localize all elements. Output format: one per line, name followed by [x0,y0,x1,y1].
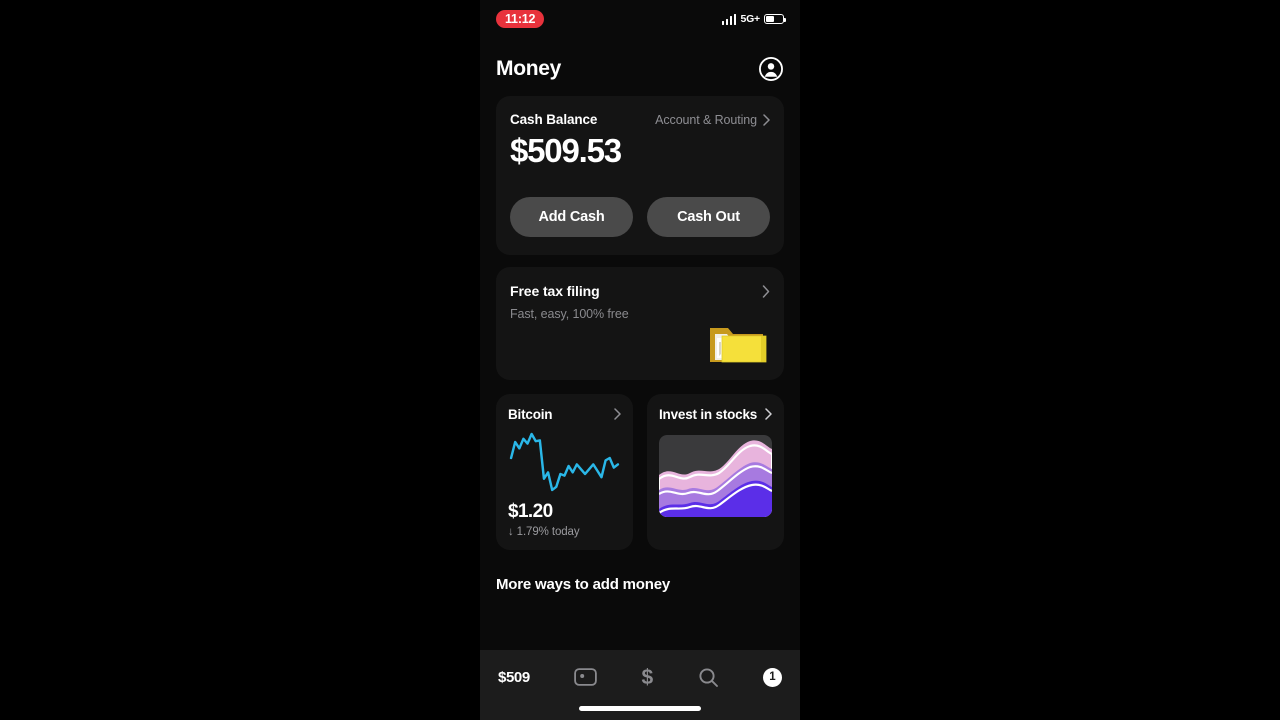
cellular-signal-icon [721,13,737,25]
tab-activity[interactable]: 1 [762,664,782,690]
cash-balance-amount: $509.53 [510,132,622,169]
page-title: Money [496,57,562,80]
chevron-right-icon [763,113,770,126]
more-ways-heading: More ways to add money [496,575,670,593]
change-arrow-icon: ↓ [508,525,514,538]
chevron-right-icon [762,284,770,298]
stocks-area-chart-icon [659,434,772,517]
bitcoin-title: Bitcoin [508,406,553,422]
bitcoin-price-chart [509,432,620,491]
tax-card-text: Free tax filing Fast, easy, 100% free [510,283,629,321]
tab-search[interactable] [698,664,719,690]
invest-in-stocks-card[interactable]: Invest in stocks [647,393,784,550]
screen-root: 11:12 5G+ Money Cash Balance Account & R… [0,0,1280,720]
battery-icon [764,13,786,25]
chevron-right-icon [765,408,772,420]
main-content: Cash Balance Account & Routing $509.53 A… [480,96,800,593]
stocks-title: Invest in stocks [659,406,758,422]
phone-viewport: 11:12 5G+ Money Cash Balance Account & R… [480,0,800,720]
cash-card-icon [574,668,597,686]
dollar-payment-icon: $ [641,665,654,689]
tax-card-header: Free tax filing Fast, easy, 100% free [510,283,770,321]
add-cash-button[interactable]: Add Cash [510,196,633,237]
cash-out-button[interactable]: Cash Out [647,196,770,237]
balance-actions: Add Cash Cash Out [510,196,770,237]
status-time-recording-pill: 11:12 [496,9,545,29]
home-indicator [579,706,701,711]
balance-card-header: Cash Balance Account & Routing [510,112,770,127]
bitcoin-card[interactable]: Bitcoin $1.20 ↓ 1.79% today [496,393,633,550]
free-tax-filing-card[interactable]: Free tax filing Fast, easy, 100% free [496,266,784,380]
bitcoin-price: $1.20 [508,500,553,522]
account-and-routing-link[interactable]: Account & Routing [655,113,770,127]
activity-badge-icon: 1 [762,667,782,687]
tab-cash-card[interactable] [574,664,597,690]
tab-money-label: $509 [498,668,530,686]
stocks-card-header: Invest in stocks [659,407,772,422]
status-bar: 11:12 5G+ [480,0,800,38]
tax-card-title: Free tax filing [510,282,600,299]
tab-money[interactable]: $509 [498,664,530,690]
page-header: Money [480,38,800,96]
search-icon [699,667,718,687]
mini-cards-row: Bitcoin $1.20 ↓ 1.79% today Invest in st… [496,393,784,550]
bottom-tab-bar: $509 $ 1 [480,650,800,720]
bitcoin-card-header: Bitcoin [508,407,621,422]
bitcoin-change: ↓ 1.79% today [508,526,621,538]
cash-balance-card: Cash Balance Account & Routing $509.53 A… [496,96,784,255]
yellow-folder-icon [710,327,767,363]
network-type-label: 5G+ [740,13,760,25]
chevron-right-icon [614,408,621,420]
status-indicators: 5G+ [721,13,786,25]
account-and-routing-label: Account & Routing [655,112,757,127]
account-avatar-icon[interactable] [758,56,784,82]
cash-balance-label: Cash Balance [510,112,598,127]
bitcoin-change-text: 1.79% today [516,525,580,538]
tax-card-subtitle: Fast, easy, 100% free [510,306,629,321]
tab-payments[interactable]: $ [642,664,654,690]
